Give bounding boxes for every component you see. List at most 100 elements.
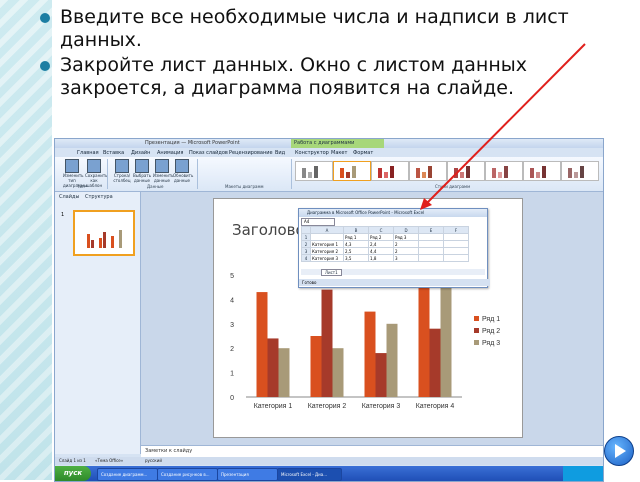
datasheet-status: Готово — [299, 279, 490, 286]
status-slide-count: Слайд 1 из 1 — [59, 458, 86, 463]
next-slide-button[interactable] — [604, 436, 634, 466]
taskbar-item[interactable]: Создание рисунков в... — [157, 468, 218, 481]
tab-review[interactable]: Рецензирование — [229, 150, 273, 156]
chart-bar — [256, 292, 268, 397]
y-tick-label: 0 — [230, 395, 234, 402]
chart-bar — [278, 348, 290, 397]
cell[interactable] — [443, 233, 469, 241]
column-header[interactable]: C — [368, 226, 394, 234]
row-header[interactable]: 4 — [301, 254, 311, 262]
sheet-tab[interactable]: Лист1 — [321, 269, 342, 276]
cell[interactable]: Категория 3 — [310, 254, 344, 262]
tab-slideshow[interactable]: Показ слайдов — [189, 150, 228, 156]
chart-style-thumb[interactable] — [371, 161, 409, 181]
start-button[interactable]: пуск — [55, 466, 91, 481]
ppt-context-tab[interactable]: Работа с диаграммами — [291, 139, 384, 148]
taskbar-item[interactable]: Презентация — [217, 468, 278, 481]
select-data-button[interactable]: Выбрать данные — [133, 159, 151, 183]
cell[interactable] — [418, 254, 444, 262]
notes-field[interactable]: Заметки к слайду — [141, 445, 603, 457]
excel-datasheet-window[interactable]: Диаграмма в Microsoft Office PowerPoint … — [298, 208, 490, 288]
cell[interactable] — [418, 240, 444, 248]
cell[interactable]: 2,5 — [343, 247, 369, 255]
column-header[interactable]: F — [443, 226, 469, 234]
tab-slides[interactable]: Слайды — [59, 194, 79, 200]
chart-style-thumb[interactable] — [333, 161, 371, 181]
cell[interactable] — [443, 247, 469, 255]
ribbon-tabs: Главная Вставка Дизайн Анимация Показ сл… — [55, 148, 603, 157]
cell[interactable]: Категория 2 — [310, 247, 344, 255]
bullet-item: Закройте лист данных. Окно с листом данн… — [38, 54, 628, 100]
column-header[interactable]: B — [343, 226, 369, 234]
chart-bar — [364, 311, 376, 397]
cell[interactable]: Категория 1 — [310, 240, 344, 248]
refresh-data-button[interactable]: Обновить данные — [173, 159, 193, 183]
cell[interactable]: Ряд 2 — [368, 233, 394, 241]
chart-style-thumb[interactable] — [295, 161, 333, 181]
chart-bar — [440, 275, 452, 397]
legend-swatch — [474, 340, 479, 345]
change-chart-type-button[interactable]: Изменить тип диаграммы — [63, 159, 87, 188]
chart-style-thumb[interactable] — [485, 161, 523, 181]
chart-bar — [375, 353, 387, 397]
tab-insert[interactable]: Вставка — [103, 150, 124, 156]
tab-chart-layout[interactable]: Макет — [331, 150, 347, 156]
tab-design[interactable]: Дизайн — [131, 150, 150, 156]
chart-style-thumb[interactable] — [409, 161, 447, 181]
group-label-data: Данные — [147, 184, 164, 189]
table-row: 4 Категория 3 3,5 1,8 3 — [301, 254, 469, 262]
group-label-layouts: Макеты диаграмм — [225, 184, 264, 189]
row-header[interactable]: 2 — [301, 240, 311, 248]
cell[interactable] — [443, 240, 469, 248]
table-row: 3 Категория 2 2,5 4,4 2 — [301, 247, 469, 255]
tab-view[interactable]: Вид — [275, 150, 285, 156]
taskbar-item[interactable]: Создание диаграмм... — [97, 468, 158, 481]
column-header[interactable]: E — [418, 226, 444, 234]
bullet-item: Введите все необходимые числа и надписи … — [38, 6, 628, 52]
switch-icon — [115, 159, 129, 173]
cell[interactable] — [418, 233, 444, 241]
chart-style-thumb[interactable] — [561, 161, 599, 181]
chart-style-thumb[interactable] — [447, 161, 485, 181]
cell[interactable]: 4,4 — [368, 247, 394, 255]
cell[interactable]: 2,4 — [368, 240, 394, 248]
cell[interactable]: 2 — [393, 247, 419, 255]
status-language: русский — [145, 458, 162, 463]
name-box[interactable]: A4 — [301, 218, 335, 226]
x-tick-label: Категория 1 — [254, 403, 293, 410]
switch-row-column-button[interactable]: Строка/столбец — [113, 159, 131, 183]
column-header[interactable]: D — [393, 226, 419, 234]
cell[interactable]: 3 — [393, 254, 419, 262]
refresh-icon — [175, 159, 189, 173]
cell[interactable]: 3,5 — [343, 254, 369, 262]
taskbar-item[interactable]: Microsoft Excel - Диа... — [277, 468, 342, 481]
cell[interactable]: 2 — [393, 240, 419, 248]
cell[interactable] — [418, 247, 444, 255]
legend-swatch — [474, 316, 479, 321]
chart-style-thumb[interactable] — [523, 161, 561, 181]
tab-outline[interactable]: Структура — [85, 194, 113, 200]
table-row: 1 Ряд 1 Ряд 2 Ряд 3 — [301, 233, 469, 241]
chart-type-icon — [65, 159, 79, 173]
y-tick-label: 4 — [230, 297, 234, 304]
tab-chart-format[interactable]: Формат — [353, 150, 373, 156]
tab-home[interactable]: Главная — [77, 150, 99, 156]
slide-thumbnail[interactable] — [73, 210, 135, 256]
x-tick-label: Категория 2 — [308, 403, 347, 410]
cell[interactable] — [310, 233, 344, 241]
cell[interactable]: 1,8 — [368, 254, 394, 262]
row-header[interactable]: 3 — [301, 247, 311, 255]
tab-chart-design[interactable]: Конструктор — [295, 150, 329, 156]
chart-bar — [321, 289, 333, 397]
cell[interactable] — [443, 254, 469, 262]
row-header[interactable]: 1 — [301, 233, 311, 241]
save-as-template-button[interactable]: Сохранить как шаблон — [85, 159, 108, 188]
cell[interactable]: Ряд 1 — [343, 233, 369, 241]
cell[interactable]: Ряд 3 — [393, 233, 419, 241]
column-header[interactable]: A — [310, 226, 344, 234]
column-header[interactable] — [301, 226, 311, 234]
cell[interactable]: 4,3 — [343, 240, 369, 248]
x-tick-label: Категория 4 — [416, 403, 455, 410]
edit-data-button[interactable]: Изменить данные — [153, 159, 174, 183]
tab-animation[interactable]: Анимация — [157, 150, 183, 156]
